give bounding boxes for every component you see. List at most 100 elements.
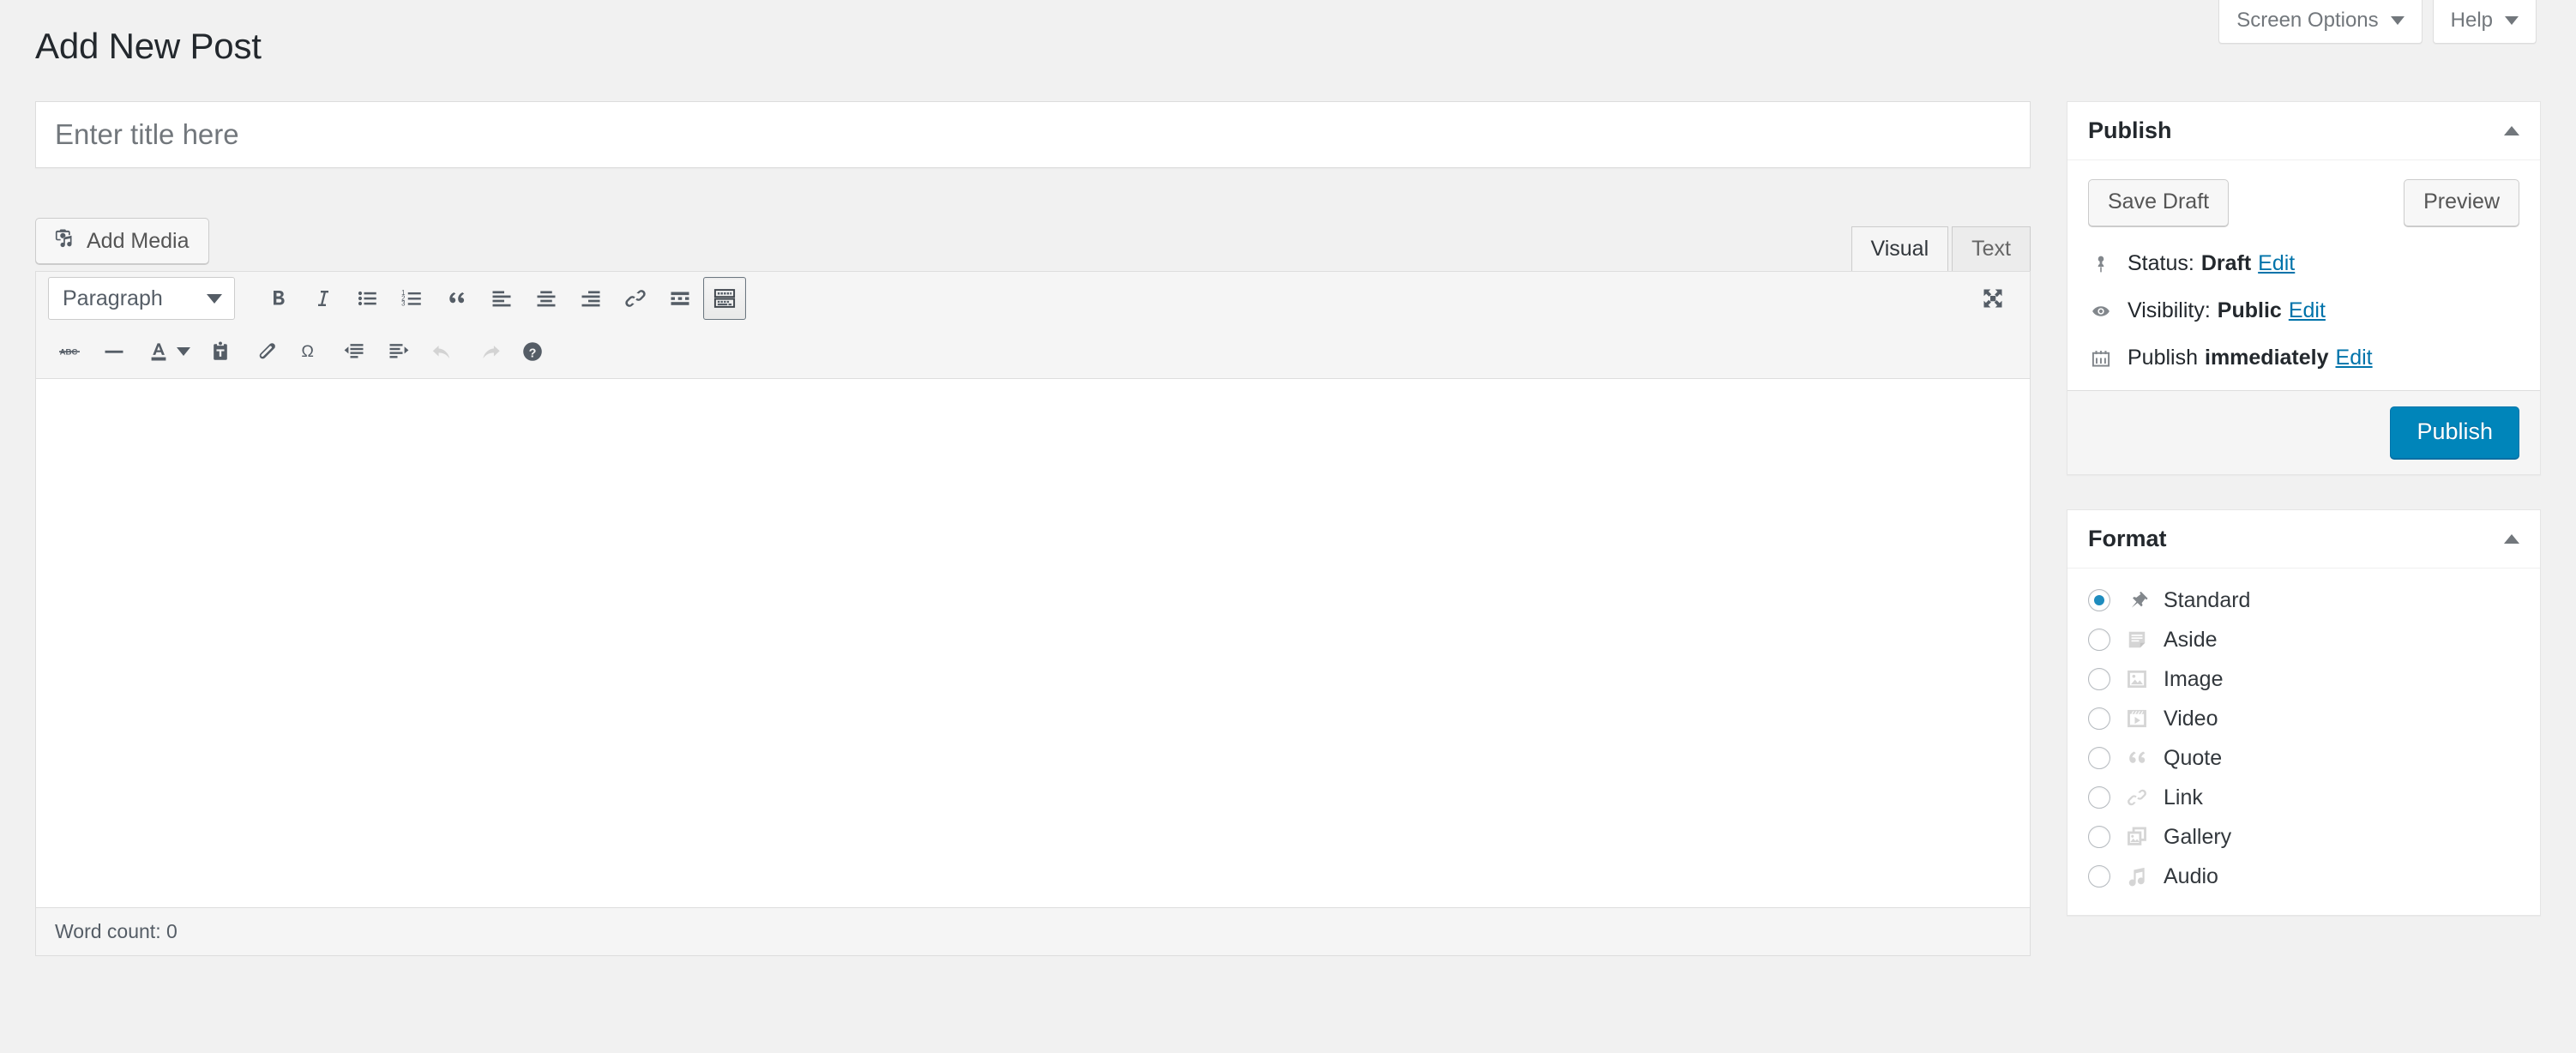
svg-text:ABC: ABC (60, 348, 78, 358)
tab-text[interactable]: Text (1952, 226, 2031, 273)
format-label-aside: Aside (2164, 627, 2218, 652)
post-visibility-row: Visibility: Public Edit (2088, 287, 2519, 334)
toolbar-toggle-icon[interactable] (703, 277, 746, 320)
chevron-up-icon[interactable] (2504, 126, 2519, 135)
format-option-video[interactable]: Video (2088, 699, 2519, 738)
paragraph-format-value: Paragraph (63, 286, 163, 310)
post-title-input[interactable] (55, 118, 2011, 151)
text-color-icon[interactable] (137, 330, 180, 373)
pin-icon (2124, 587, 2150, 613)
publish-postbox-header[interactable]: Publish (2067, 102, 2540, 160)
edit-status-link[interactable]: Edit (2258, 251, 2295, 276)
add-media-icon (51, 226, 75, 256)
publish-button[interactable]: Publish (2390, 406, 2519, 459)
chevron-down-icon (207, 293, 222, 304)
add-media-label: Add Media (87, 228, 190, 253)
add-media-button[interactable]: Add Media (35, 218, 209, 264)
paste-as-text-icon[interactable] (199, 330, 242, 373)
format-label-standard: Standard (2164, 587, 2251, 612)
editor-mode-tabs: Visual Text (1851, 226, 2031, 273)
screen-options-button[interactable]: Screen Options (2218, 0, 2423, 44)
visibility-label: Visibility: (2128, 298, 2211, 322)
keyboard-shortcuts-icon[interactable]: ? (511, 330, 554, 373)
help-label: Help (2450, 9, 2493, 32)
format-postbox-header[interactable]: Format (2067, 510, 2540, 569)
post-schedule-row: Publish immediately Edit (2088, 334, 2519, 382)
format-radio-link[interactable] (2088, 786, 2110, 809)
blockquote-icon[interactable] (436, 277, 478, 320)
aside-icon (2124, 627, 2150, 653)
read-more-icon[interactable] (659, 277, 701, 320)
format-option-standard[interactable]: Standard (2088, 581, 2519, 620)
tab-visual[interactable]: Visual (1851, 226, 1949, 273)
italic-icon[interactable] (302, 277, 345, 320)
numbered-list-icon[interactable]: 1 2 3 (391, 277, 434, 320)
editor-toolbars: Paragraph 1 2 3 ABC Ω ? (35, 271, 2031, 379)
clear-formatting-icon[interactable] (244, 330, 286, 373)
format-label-link: Link (2164, 785, 2203, 809)
chevron-up-icon[interactable] (2504, 534, 2519, 544)
align-left-icon[interactable] (480, 277, 523, 320)
format-radio-standard[interactable] (2088, 589, 2110, 611)
chevron-down-icon (2390, 16, 2404, 25)
format-radio-quote[interactable] (2088, 747, 2110, 769)
format-radio-audio[interactable] (2088, 865, 2110, 888)
format-label-quote: Quote (2164, 745, 2223, 770)
format-radio-image[interactable] (2088, 668, 2110, 690)
format-option-gallery[interactable]: Gallery (2088, 817, 2519, 857)
bullet-list-icon[interactable] (346, 277, 389, 320)
format-option-aside[interactable]: Aside (2088, 620, 2519, 659)
format-label-audio: Audio (2164, 863, 2218, 888)
format-radio-aside[interactable] (2088, 629, 2110, 651)
indent-icon[interactable] (377, 330, 420, 373)
format-radio-gallery[interactable] (2088, 826, 2110, 848)
outdent-icon[interactable] (333, 330, 376, 373)
align-center-icon[interactable] (525, 277, 568, 320)
save-draft-button[interactable]: Save Draft (2088, 179, 2230, 226)
editor-toolbar-row-2: ABC Ω ? (36, 325, 2030, 378)
link-icon[interactable] (614, 277, 657, 320)
pin-icon (2088, 253, 2114, 275)
format-label-image: Image (2164, 666, 2224, 691)
horizontal-rule-icon[interactable] (93, 330, 135, 373)
bold-icon[interactable] (257, 277, 300, 320)
special-character-icon[interactable]: Ω (288, 330, 331, 373)
calendar-icon (2088, 347, 2114, 370)
link-icon (2124, 785, 2150, 810)
post-body-content: Add Media Visual Text Paragraph (35, 101, 2031, 956)
post-format-list: Standard Aside Image Video Quote Link Ga… (2067, 569, 2540, 915)
minor-publishing-actions: Save Draft Preview (2088, 179, 2519, 226)
svg-text:?: ? (529, 346, 537, 360)
format-option-image[interactable]: Image (2088, 659, 2519, 699)
eye-icon (2088, 300, 2114, 322)
format-option-quote[interactable]: Quote (2088, 738, 2519, 778)
distraction-free-writing-icon[interactable] (1971, 277, 2014, 320)
paragraph-format-select[interactable]: Paragraph (48, 277, 235, 320)
format-option-link[interactable]: Link (2088, 778, 2519, 817)
format-label-video: Video (2164, 706, 2218, 731)
edit-visibility-link[interactable]: Edit (2289, 298, 2326, 323)
editor-content-area[interactable] (35, 379, 2031, 908)
post-editor: Add Media Visual Text Paragraph 1 2 3 AB… (35, 218, 2031, 956)
mce-toolbar-group: Paragraph 1 2 3 ABC Ω ? (35, 271, 2031, 379)
editor-toolbar-top: Add Media Visual Text (35, 218, 2031, 273)
page-title: Add New Post (35, 26, 262, 66)
chevron-down-icon[interactable] (177, 347, 190, 356)
publish-postbox-title: Publish (2088, 117, 2172, 143)
editor-toolbar-row-1: Paragraph 1 2 3 (36, 272, 2030, 325)
help-button[interactable]: Help (2432, 0, 2537, 44)
image-icon (2124, 666, 2150, 692)
edit-timestamp-link[interactable]: Edit (2336, 346, 2373, 370)
align-right-icon[interactable] (569, 277, 612, 320)
redo-icon[interactable] (466, 330, 509, 373)
preview-button[interactable]: Preview (2404, 179, 2519, 226)
word-count: Word count: 0 (55, 920, 178, 942)
format-radio-video[interactable] (2088, 707, 2110, 730)
status-value: Draft (2200, 251, 2252, 275)
quote-icon (2124, 745, 2150, 771)
strikethrough-icon[interactable]: ABC (48, 330, 91, 373)
format-option-audio[interactable]: Audio (2088, 857, 2519, 896)
text-color-button[interactable] (137, 330, 197, 373)
screen-options-label: Screen Options (2236, 9, 2379, 32)
undo-icon[interactable] (422, 330, 465, 373)
